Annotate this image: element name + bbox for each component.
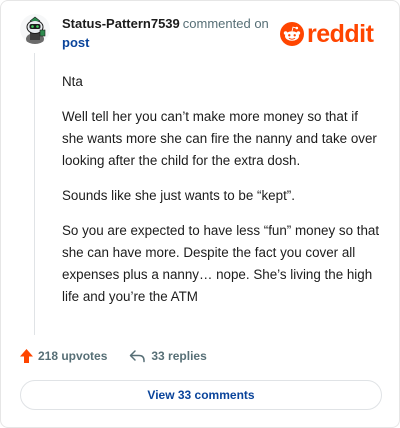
reddit-logo[interactable]: reddit xyxy=(280,20,374,48)
comment-paragraph: Sounds like she just wants to be “kept”. xyxy=(62,188,295,203)
comment-card: Status-Pattern7539 commented on post redd… xyxy=(0,0,400,428)
upvote-button[interactable]: 218 upvotes xyxy=(19,348,107,364)
comment-body: Nta Well tell her you can’t make more mo… xyxy=(62,71,382,321)
replies-button[interactable]: 33 replies xyxy=(129,349,207,363)
comment-header: Status-Pattern7539 commented on xyxy=(62,16,269,31)
user-avatar[interactable] xyxy=(20,14,50,44)
comment-paragraph: Nta xyxy=(62,74,83,89)
username-link[interactable]: Status-Pattern7539 xyxy=(62,16,180,31)
comment-paragraph: Well tell her you can’t make more money … xyxy=(62,109,377,168)
reddit-snoo-icon xyxy=(280,22,304,46)
view-comments-button[interactable]: View 33 comments xyxy=(20,380,382,410)
comment-actions: 218 upvotes 33 replies xyxy=(19,347,207,365)
reddit-wordmark: reddit xyxy=(307,20,374,48)
snoo-avatar-icon xyxy=(20,14,50,44)
comment-paragraph: So you are expected to have less “fun” m… xyxy=(62,223,380,304)
reply-count: 33 replies xyxy=(151,349,207,363)
action-text: commented on xyxy=(182,16,269,31)
reply-arrow-icon xyxy=(130,350,146,363)
thread-line[interactable] xyxy=(34,53,35,335)
post-link[interactable]: post xyxy=(62,35,89,50)
upvote-count: 218 upvotes xyxy=(38,349,108,363)
upvote-arrow-icon xyxy=(20,349,33,363)
